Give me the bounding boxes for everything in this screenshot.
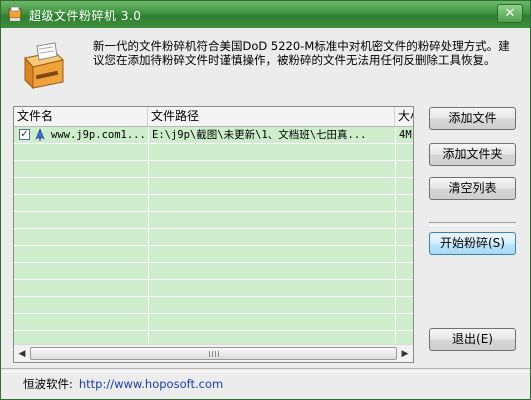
footer-divider xyxy=(1,368,530,372)
footer-label: 恒波软件: xyxy=(23,377,73,391)
start-shred-button[interactable]: 开始粉碎(S) xyxy=(429,232,516,255)
website-link[interactable]: http://www.hoposoft.com xyxy=(79,377,223,391)
list-header: 文件名 文件路径 大小 xyxy=(14,107,413,127)
row-file-path: E:\j9p\截图\未更新\1、文档班\七田真... xyxy=(152,129,367,141)
grip-icon xyxy=(209,351,221,357)
add-folder-button[interactable]: 添加文件夹 xyxy=(429,143,516,166)
list-rows: ✓ www.j9p.com1... E:\j9p\截图\未更新\1、文档班\七田… xyxy=(14,127,413,344)
exit-button[interactable]: 退出(E) xyxy=(429,328,516,351)
shredder-app-icon xyxy=(8,6,22,21)
table-row[interactable]: ✓ www.j9p.com1... E:\j9p\截图\未更新\1、文档班\七田… xyxy=(14,127,413,143)
clear-list-button[interactable]: 清空列表 xyxy=(429,177,516,200)
button-separator xyxy=(429,222,516,226)
row-file-size: 4M xyxy=(399,129,412,141)
main-panel: 新一代的文件粉碎机符合美国DoD 5220-M标准中对机密文件的粉碎处理方式。建… xyxy=(1,28,530,399)
footer: 恒波软件: http://www.hoposoft.com xyxy=(23,376,223,392)
window-title: 超级文件粉碎机 3.0 xyxy=(29,9,142,23)
shredder-logo-icon xyxy=(24,42,64,90)
app-window: 超级文件粉碎机 3.0 ✕ 新一代的文件粉碎机符合美国DoD 5220-M标准中… xyxy=(0,0,531,400)
file-icon xyxy=(35,128,45,142)
column-header-path[interactable]: 文件路径 xyxy=(148,107,395,126)
row-file-name: www.j9p.com1... xyxy=(51,129,146,141)
scroll-left-icon[interactable]: ◀ xyxy=(15,347,29,361)
close-icon: ✕ xyxy=(504,6,516,21)
column-header-name[interactable]: 文件名 xyxy=(14,107,148,126)
close-button[interactable]: ✕ xyxy=(497,4,523,23)
scroll-right-icon[interactable]: ▶ xyxy=(398,347,412,361)
scrollbar-thumb[interactable] xyxy=(30,347,397,360)
add-file-button[interactable]: 添加文件 xyxy=(429,107,516,130)
horizontal-scrollbar[interactable]: ◀ ▶ xyxy=(14,344,413,362)
column-header-size[interactable]: 大小 xyxy=(395,107,413,126)
title-bar[interactable]: 超级文件粉碎机 3.0 ✕ xyxy=(1,1,530,28)
file-list[interactable]: 文件名 文件路径 大小 ✓ www.j9p.com1... E:\j9p\截图\… xyxy=(13,106,414,363)
row-checkbox[interactable]: ✓ xyxy=(19,129,30,140)
description-text: 新一代的文件粉碎机符合美国DoD 5220-M标准中对机密文件的粉碎处理方式。建… xyxy=(93,39,510,67)
